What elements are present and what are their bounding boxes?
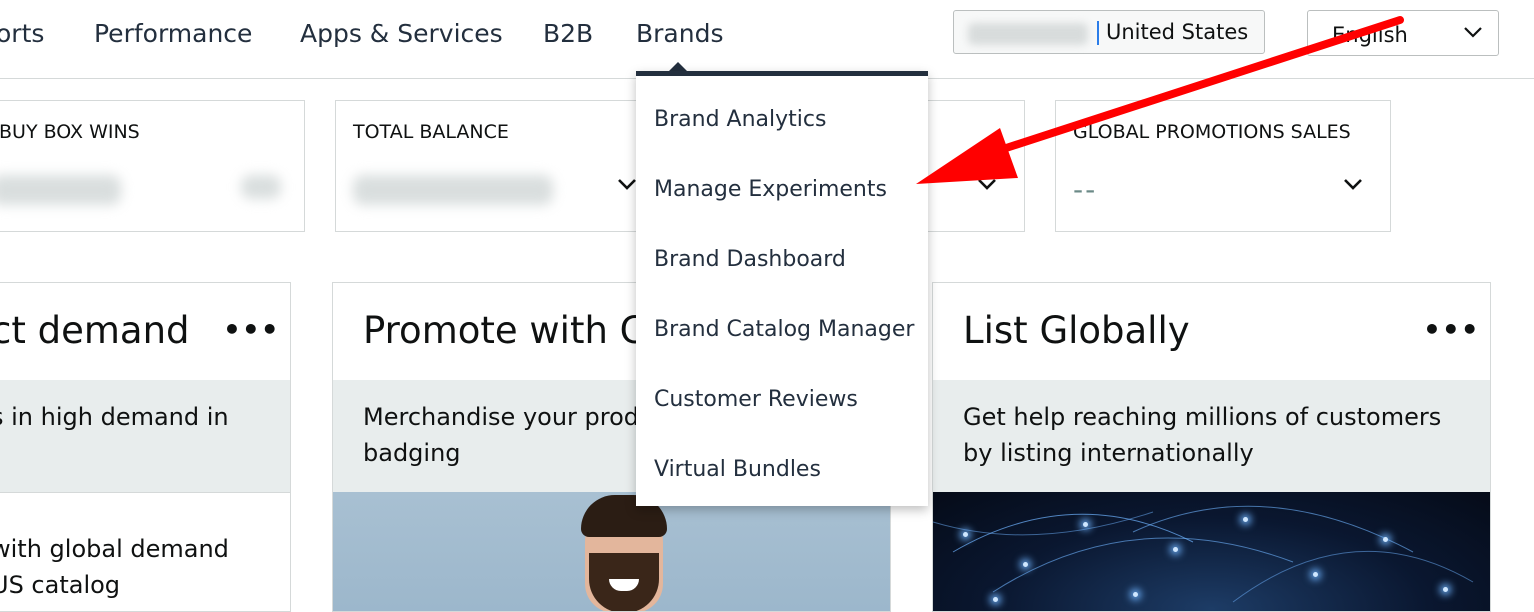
network-node: [1313, 572, 1318, 577]
nav-item-reports[interactable]: orts: [0, 19, 44, 48]
more-options-icon[interactable]: •••: [1423, 313, 1480, 346]
brands-dropdown-menu: Brand Analytics Manage Experiments Brand…: [636, 71, 928, 506]
network-node: [1023, 562, 1028, 567]
more-options-icon[interactable]: •••: [223, 313, 280, 346]
globe-network-image: [933, 492, 1490, 611]
card-product-demand: ct demand ••• s in high demand in with g…: [0, 282, 291, 612]
menu-item-customer-reviews[interactable]: Customer Reviews: [654, 387, 858, 412]
card-title: List Globally: [963, 309, 1190, 352]
kpi-global-promotions-sales[interactable]: GLOBAL PROMOTIONS SALES --: [1055, 100, 1391, 232]
card-list-globally: List Globally ••• Get help reaching mill…: [932, 282, 1491, 612]
text-cursor: [1097, 21, 1099, 45]
nav-item-performance[interactable]: Performance: [94, 19, 252, 48]
card-divider: [0, 492, 290, 493]
card-description: s in high demand in: [0, 403, 229, 431]
card-body-text: with global demand US catalog: [0, 535, 229, 599]
menu-item-brand-analytics[interactable]: Brand Analytics: [654, 107, 826, 132]
redacted-account-name: [968, 23, 1088, 45]
chevron-down-icon[interactable]: [1342, 173, 1364, 201]
card-description: Get help reaching millions of customers …: [963, 403, 1442, 467]
kpi-buy-box-wins[interactable]: BUY BOX WINS: [0, 100, 305, 232]
nav-item-brands[interactable]: Brands: [636, 19, 724, 48]
card-title: Promote with C: [363, 309, 646, 352]
redacted-value: [0, 175, 121, 205]
kpi-value: --: [1073, 173, 1098, 206]
kpi-total-balance[interactable]: TOTAL BALANCE: [335, 100, 655, 232]
menu-item-manage-experiments[interactable]: Manage Experiments: [654, 177, 887, 202]
network-node: [993, 597, 998, 602]
marketplace-label: United States: [1106, 20, 1249, 44]
card-description: Merchandise your produ badging: [363, 403, 655, 467]
chevron-down-icon: [1462, 21, 1484, 48]
nav-item-b2b[interactable]: B2B: [543, 19, 593, 48]
network-node: [1443, 587, 1448, 592]
network-lines: [933, 505, 1474, 603]
chevron-down-icon[interactable]: [616, 173, 638, 201]
kpi-title: TOTAL BALANCE: [353, 121, 509, 143]
menu-item-brand-catalog-manager[interactable]: Brand Catalog Manager: [654, 317, 914, 342]
card-title: ct demand: [0, 309, 190, 352]
redacted-chevron: [241, 175, 281, 199]
menu-item-brand-dashboard[interactable]: Brand Dashboard: [654, 247, 846, 272]
menu-item-virtual-bundles[interactable]: Virtual Bundles: [654, 457, 821, 482]
network-node: [1083, 522, 1088, 527]
top-nav: orts Performance Apps & Services B2B Bra…: [0, 0, 1534, 79]
marketplace-switcher[interactable]: United States: [953, 10, 1265, 54]
card-description-band: [0, 380, 290, 492]
network-node: [963, 532, 968, 537]
network-node: [1243, 517, 1248, 522]
network-node: [1173, 547, 1178, 552]
language-select[interactable]: English: [1307, 10, 1499, 56]
kpi-title: GLOBAL PROMOTIONS SALES: [1073, 121, 1351, 143]
language-label: English: [1332, 23, 1408, 47]
nav-item-apps-services[interactable]: Apps & Services: [300, 19, 503, 48]
chevron-down-icon[interactable]: [976, 173, 998, 201]
redacted-value: [353, 175, 553, 205]
network-node: [1383, 537, 1388, 542]
kpi-title: BUY BOX WINS: [0, 121, 140, 143]
